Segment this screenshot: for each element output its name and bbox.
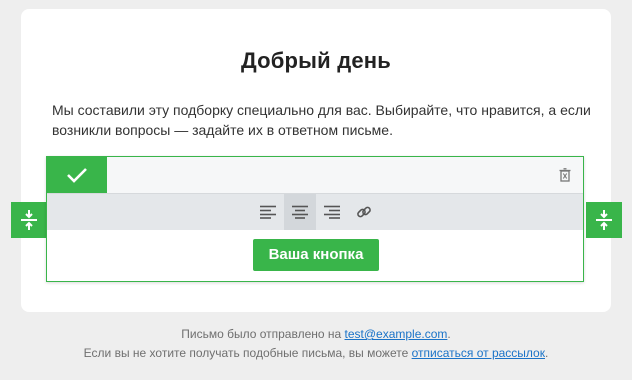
resize-vertical-icon bbox=[21, 210, 37, 230]
footer-sent-text: Письмо было отправлено на bbox=[181, 327, 345, 341]
footer-line-unsubscribe: Если вы не хотите получать подобные пись… bbox=[0, 344, 632, 363]
resize-vertical-icon bbox=[596, 210, 612, 230]
email-footer: Письмо было отправлено на test@example.c… bbox=[0, 325, 632, 363]
footer-unsubscribe-suffix: . bbox=[544, 346, 549, 360]
link-icon bbox=[357, 206, 371, 218]
checkmark-icon bbox=[67, 168, 87, 183]
footer-line-sent: Письмо было отправлено на test@example.c… bbox=[0, 325, 632, 344]
align-center-icon bbox=[292, 205, 308, 219]
your-button[interactable]: Ваша кнопка bbox=[253, 239, 379, 271]
left-resize-handle[interactable] bbox=[11, 202, 47, 238]
footer-sent-suffix: . bbox=[447, 327, 451, 341]
recipient-email-link[interactable]: test@example.com bbox=[345, 327, 448, 341]
align-right-icon bbox=[324, 205, 340, 219]
email-title: Добрый день bbox=[240, 48, 392, 73]
delete-block-button[interactable] bbox=[557, 167, 573, 183]
trash-icon bbox=[559, 168, 571, 182]
email-intro-text: Мы составили эту подборку специально для… bbox=[52, 102, 591, 138]
alignment-toolbar bbox=[47, 193, 583, 230]
unsubscribe-link[interactable]: отписаться от рассылок bbox=[412, 346, 545, 360]
confirm-button[interactable] bbox=[47, 157, 107, 193]
align-left-icon bbox=[260, 205, 276, 219]
insert-link-button[interactable] bbox=[348, 194, 380, 230]
right-resize-handle[interactable] bbox=[586, 202, 622, 238]
align-right-button[interactable] bbox=[316, 194, 348, 230]
block-header bbox=[47, 157, 583, 193]
align-center-button[interactable] bbox=[284, 194, 316, 230]
align-left-button[interactable] bbox=[252, 194, 284, 230]
button-block-editor: Ваша кнопка bbox=[46, 156, 584, 282]
footer-unsubscribe-text: Если вы не хотите получать подобные пись… bbox=[83, 346, 412, 360]
